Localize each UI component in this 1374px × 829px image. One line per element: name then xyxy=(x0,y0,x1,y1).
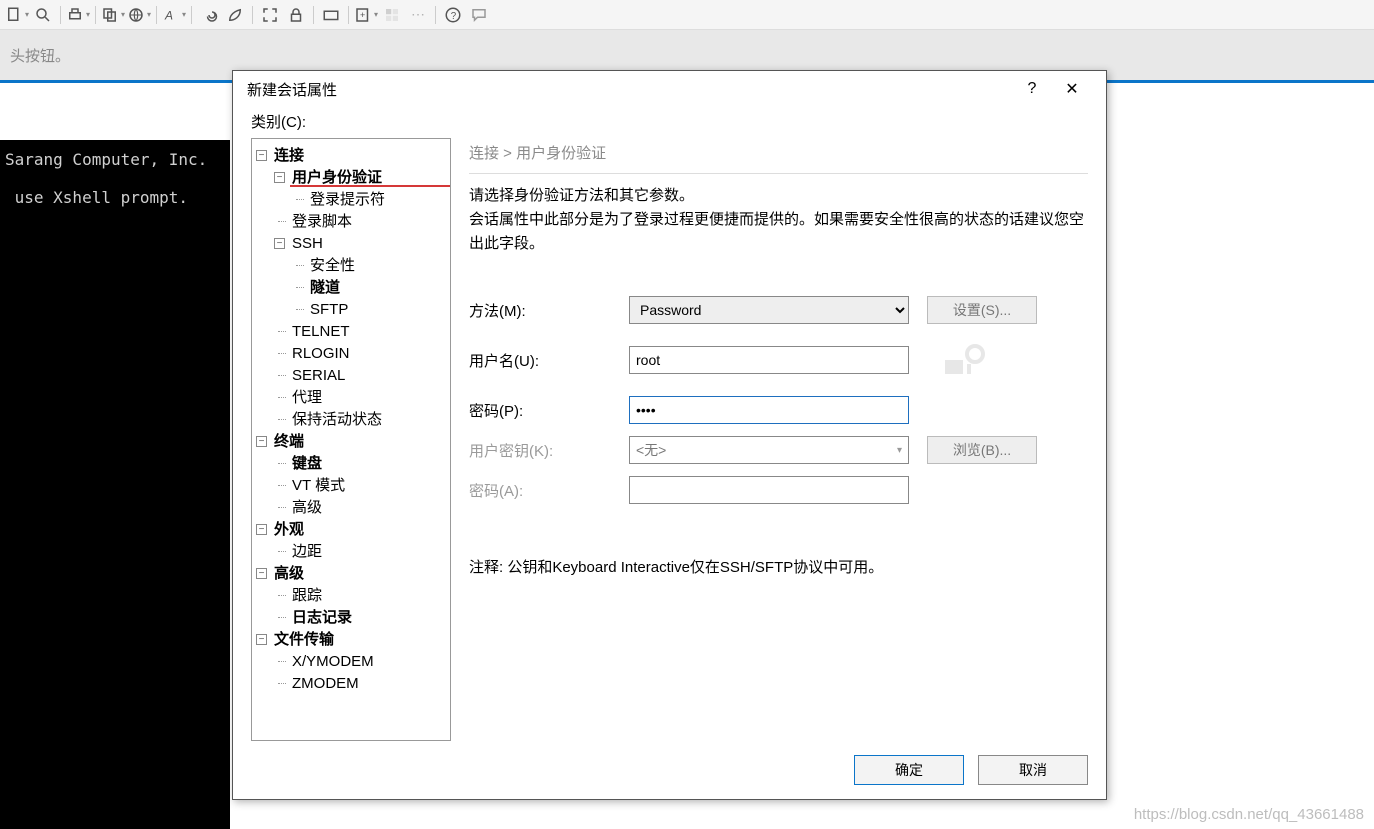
svg-text:+: + xyxy=(360,9,365,19)
toolbar-tiles-icon[interactable] xyxy=(380,3,404,27)
tree-leaf-serial[interactable]: SERIAL xyxy=(274,365,446,387)
tree-node-advanced[interactable]: −高级 跟踪 日志记录 xyxy=(256,563,446,629)
password-input[interactable] xyxy=(629,396,909,424)
toolbar-separator xyxy=(95,6,96,24)
tree-leaf-sftp[interactable]: SFTP xyxy=(292,299,446,321)
tree-leaf-security[interactable]: 安全性 xyxy=(292,255,446,277)
password-label: 密码(P): xyxy=(469,400,629,421)
desc-line: 会话属性中此部分是为了登录过程更便捷而提供的。如果需要安全性很高的状态的话建议您… xyxy=(469,208,1088,256)
svg-text:?: ? xyxy=(451,10,457,21)
toolbar-separator xyxy=(191,6,192,24)
dialog-footer: 确定 取消 xyxy=(251,741,1088,785)
tree-leaf-telnet[interactable]: TELNET xyxy=(274,321,446,343)
toolbar-chat-icon[interactable] xyxy=(467,3,491,27)
dialog-titlebar: 新建会话属性 ? ✕ xyxy=(233,71,1106,107)
toolbar-separator xyxy=(252,6,253,24)
collapse-icon[interactable]: − xyxy=(256,436,267,447)
browse-button: 浏览(B)... xyxy=(927,436,1037,464)
userkey-label: 用户密钥(K): xyxy=(469,440,629,461)
help-button[interactable]: ? xyxy=(1012,74,1052,104)
category-label: 类别(C): xyxy=(251,107,1088,138)
main-toolbar: A + ⋯ ? xyxy=(0,0,1374,30)
toolbar-font-icon[interactable]: A xyxy=(162,3,186,27)
tree-leaf-xymodem[interactable]: X/YMODEM xyxy=(274,651,446,673)
collapse-icon[interactable]: − xyxy=(256,150,267,161)
password2-label: 密码(A): xyxy=(469,480,629,501)
dialog-title: 新建会话属性 xyxy=(247,79,337,100)
terminal-line: use Xshell prompt. xyxy=(5,188,188,207)
tree-leaf-trace[interactable]: 跟踪 xyxy=(274,585,446,607)
toolbar-dots-icon[interactable]: ⋯ xyxy=(406,3,430,27)
tree-leaf-keepalive[interactable]: 保持活动状态 xyxy=(274,409,446,431)
tree-leaf-rlogin[interactable]: RLOGIN xyxy=(274,343,446,365)
banner-text: 头按钮。 xyxy=(10,45,70,66)
toolbar-search-icon[interactable] xyxy=(31,3,55,27)
toolbar-separator xyxy=(60,6,61,24)
tree-leaf-vtmode[interactable]: VT 模式 xyxy=(274,475,446,497)
note-text: 注释: 公钥和Keyboard Interactive仅在SSH/SFTP协议中… xyxy=(469,556,1088,577)
session-properties-dialog: 新建会话属性 ? ✕ 类别(C): −连接 −用户身份验证 登录提示符 登录脚本… xyxy=(232,70,1107,800)
toolbar-copy-icon[interactable] xyxy=(101,3,125,27)
toolbar-spiral-icon[interactable] xyxy=(197,3,221,27)
tree-node-connection[interactable]: −连接 −用户身份验证 登录提示符 登录脚本 −SSH 安全性 隧道 SFTP xyxy=(256,145,446,431)
settings-button: 设置(S)... xyxy=(927,296,1037,324)
chevron-down-icon: ▾ xyxy=(897,445,902,456)
toolbar-fullscreen-icon[interactable] xyxy=(258,3,282,27)
toolbar-leaf-icon[interactable] xyxy=(223,3,247,27)
key-icon xyxy=(939,336,987,384)
tree-node-filetransfer[interactable]: −文件传输 X/YMODEM ZMODEM xyxy=(256,629,446,695)
username-input[interactable] xyxy=(629,346,909,374)
collapse-icon[interactable]: − xyxy=(256,634,267,645)
collapse-icon[interactable]: − xyxy=(256,568,267,579)
toolbar-add-icon[interactable]: + xyxy=(354,3,378,27)
toolbar-new-icon[interactable] xyxy=(5,3,29,27)
username-label: 用户名(U): xyxy=(469,350,629,371)
tree-leaf-login-prompt[interactable]: 登录提示符 xyxy=(292,189,446,211)
breadcrumb: 连接 > 用户身份验证 xyxy=(469,142,1088,174)
tree-node-appearance[interactable]: −外观 边距 xyxy=(256,519,446,563)
tree-node-ssh[interactable]: −SSH 安全性 隧道 SFTP xyxy=(274,233,446,321)
watermark-text: https://blog.csdn.net/qq_43661488 xyxy=(1134,806,1364,823)
terminal-area[interactable]: Sarang Computer, Inc. use Xshell prompt. xyxy=(0,140,230,829)
right-panel: 连接 > 用户身份验证 请选择身份验证方法和其它参数。 会话属性中此部分是为了登… xyxy=(469,138,1088,741)
toolbar-separator xyxy=(313,6,314,24)
category-tree[interactable]: −连接 −用户身份验证 登录提示符 登录脚本 −SSH 安全性 隧道 SFTP xyxy=(251,138,451,741)
close-button[interactable]: ✕ xyxy=(1052,74,1092,104)
tree-leaf-log[interactable]: 日志记录 xyxy=(274,607,446,629)
tree-leaf-proxy[interactable]: 代理 xyxy=(274,387,446,409)
tree-leaf-advanced[interactable]: 高级 xyxy=(274,497,446,519)
collapse-icon[interactable]: − xyxy=(274,238,285,249)
userkey-select: <无>▾ xyxy=(629,436,909,464)
tree-leaf-tunnel[interactable]: 隧道 xyxy=(292,277,446,299)
collapse-icon[interactable]: − xyxy=(256,524,267,535)
method-select[interactable]: Password xyxy=(629,296,909,324)
collapse-icon[interactable]: − xyxy=(274,172,285,183)
desc-line: 请选择身份验证方法和其它参数。 xyxy=(469,184,1088,208)
toolbar-separator xyxy=(348,6,349,24)
description-text: 请选择身份验证方法和其它参数。 会话属性中此部分是为了登录过程更便捷而提供的。如… xyxy=(469,184,1088,256)
tree-leaf-keyboard[interactable]: 键盘 xyxy=(274,453,446,475)
terminal-line: Sarang Computer, Inc. xyxy=(5,150,207,169)
tree-node-terminal[interactable]: −终端 键盘 VT 模式 高级 xyxy=(256,431,446,519)
tree-leaf-zmodem[interactable]: ZMODEM xyxy=(274,673,446,695)
toolbar-print-icon[interactable] xyxy=(66,3,90,27)
svg-text:A: A xyxy=(164,8,173,22)
cancel-button[interactable]: 取消 xyxy=(978,755,1088,785)
toolbar-separator xyxy=(435,6,436,24)
toolbar-keyboard-icon[interactable] xyxy=(319,3,343,27)
toolbar-globe-icon[interactable] xyxy=(127,3,151,27)
toolbar-separator xyxy=(156,6,157,24)
toolbar-lock-icon[interactable] xyxy=(284,3,308,27)
password2-input xyxy=(629,476,909,504)
tree-leaf-login-script[interactable]: 登录脚本 xyxy=(274,211,446,233)
method-label: 方法(M): xyxy=(469,300,629,321)
toolbar-help-icon[interactable]: ? xyxy=(441,3,465,27)
tree-node-auth[interactable]: −用户身份验证 登录提示符 xyxy=(274,167,446,211)
ok-button[interactable]: 确定 xyxy=(854,755,964,785)
tree-leaf-margin[interactable]: 边距 xyxy=(274,541,446,563)
